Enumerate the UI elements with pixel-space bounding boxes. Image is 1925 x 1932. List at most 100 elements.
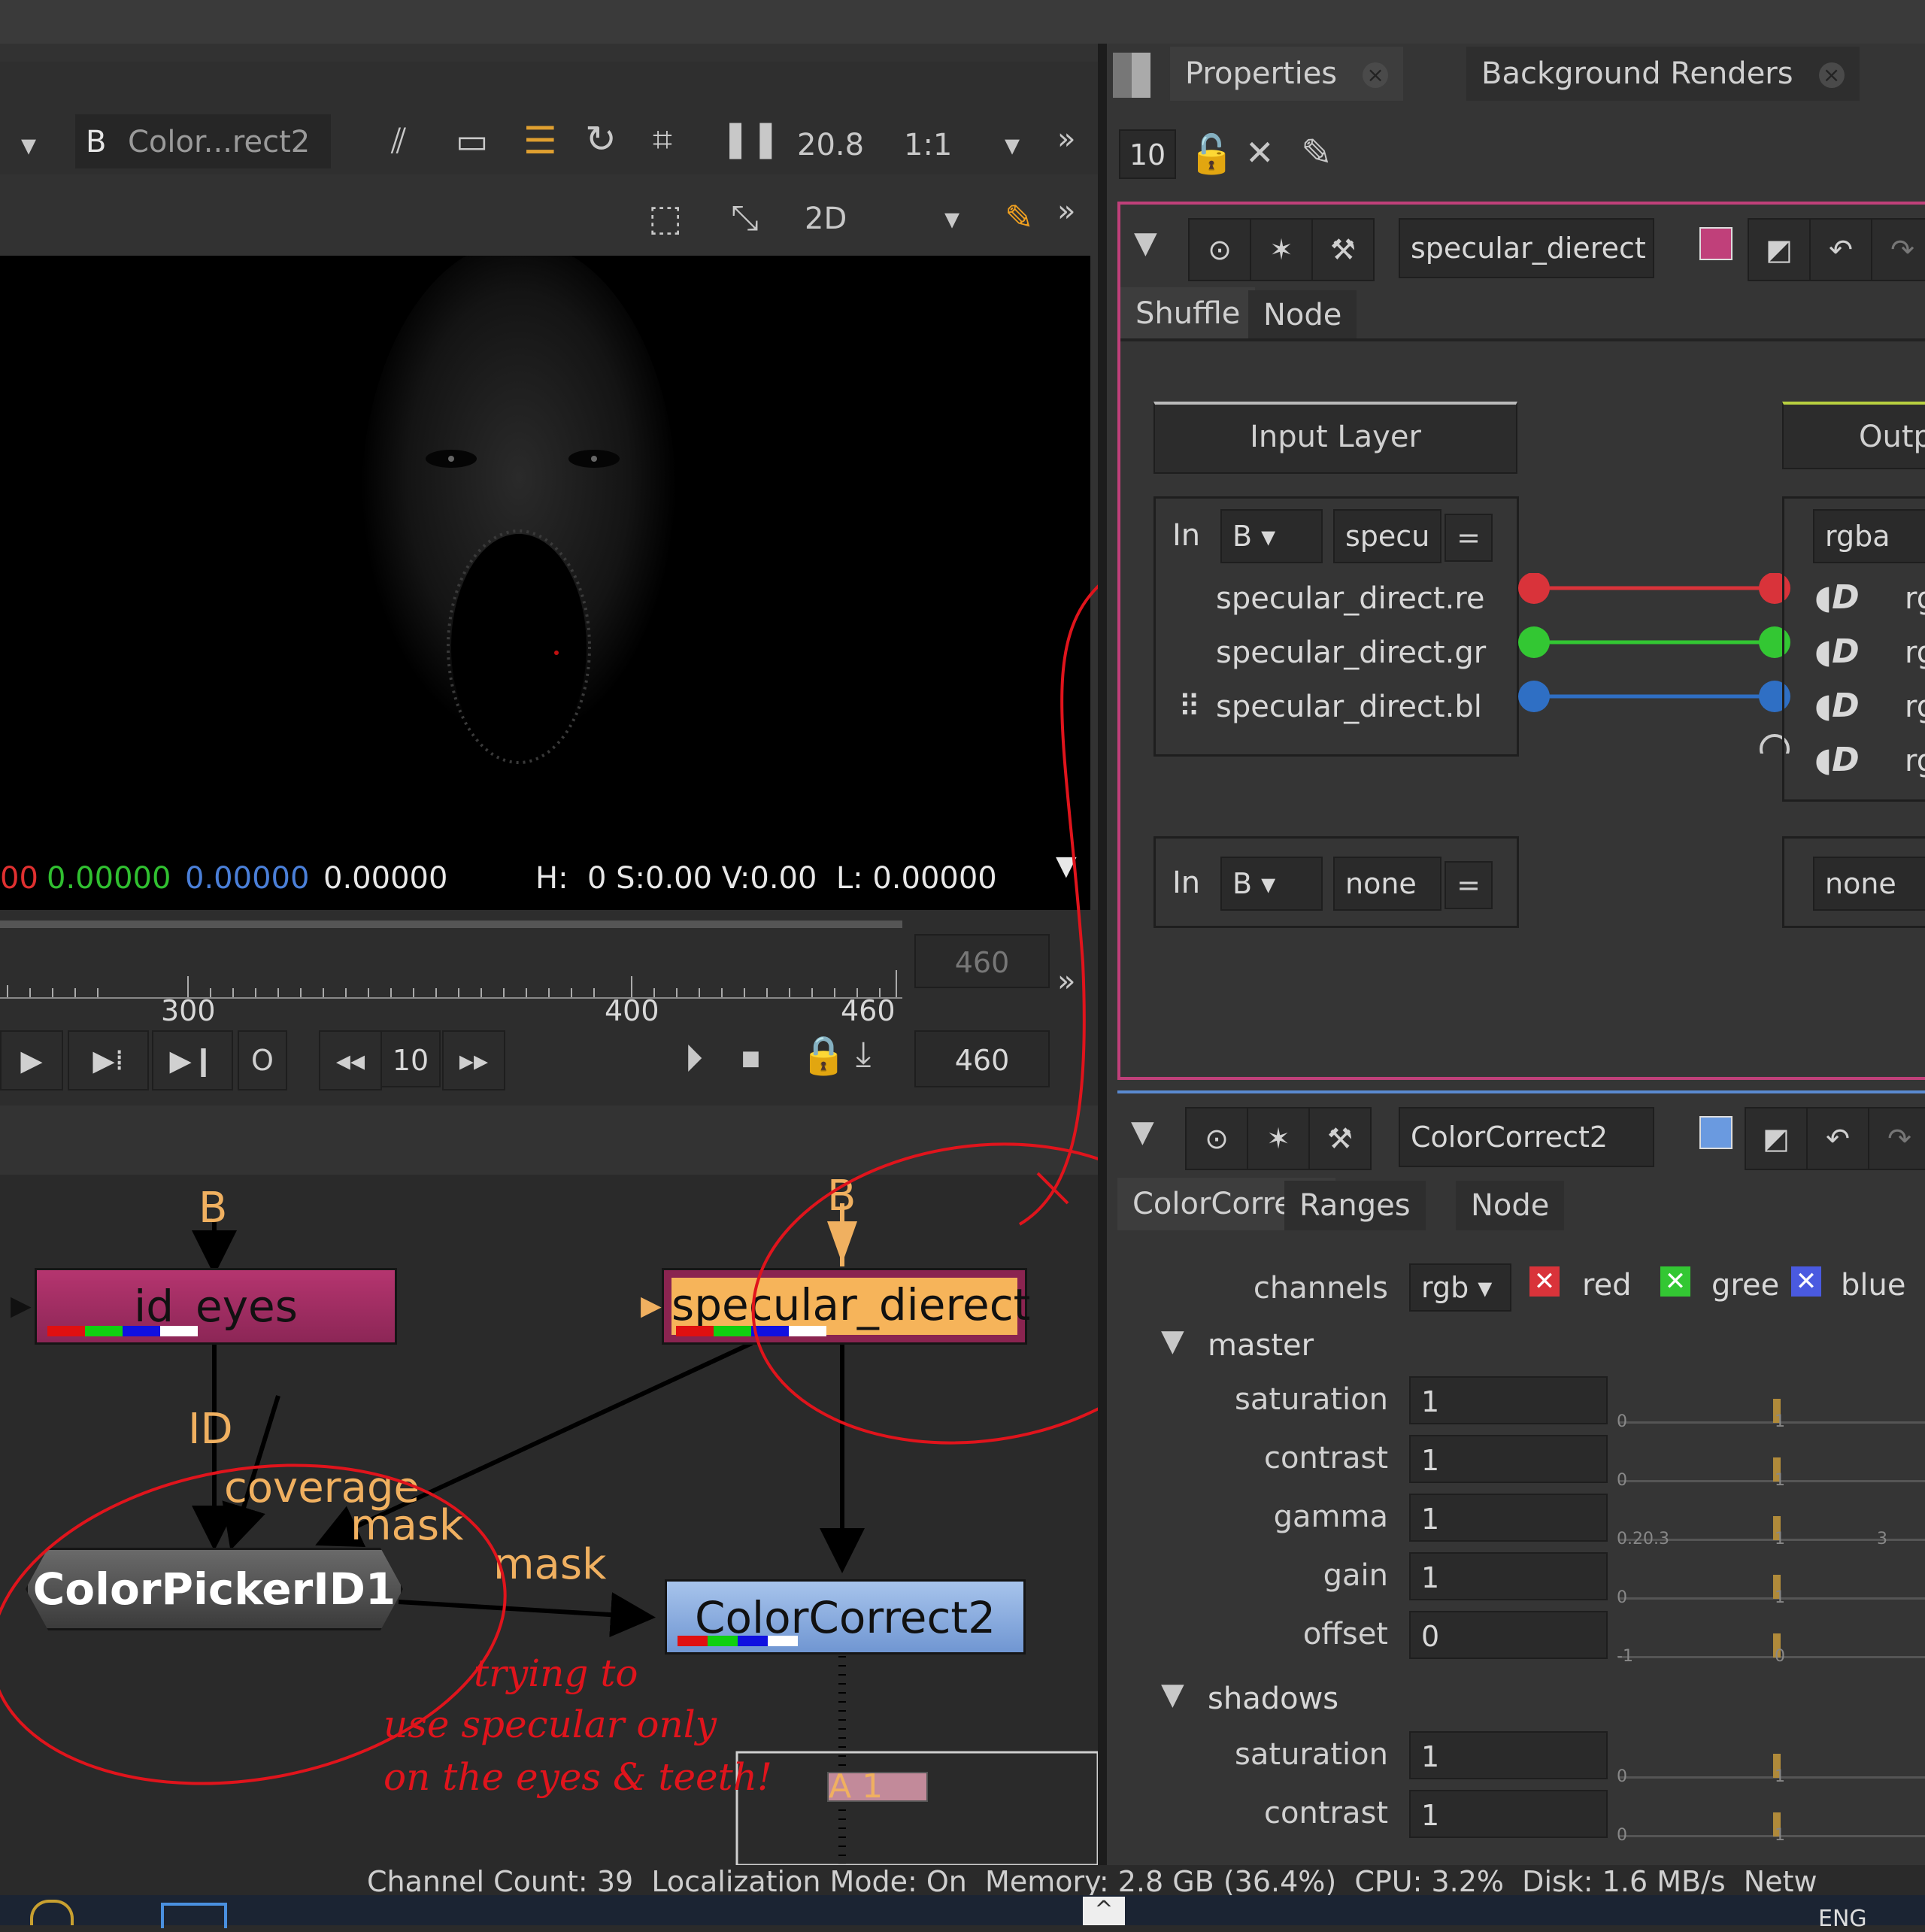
tab-ranges[interactable]: Ranges: [1284, 1181, 1426, 1230]
shadows-saturation-label: saturation: [1235, 1737, 1388, 1772]
node-color-swatch[interactable]: [1699, 1116, 1732, 1149]
in2-layer-select[interactable]: none: [1333, 857, 1441, 911]
expand-toolbar-icon[interactable]: »: [1057, 122, 1075, 156]
tray-up-icon[interactable]: ^: [1083, 1897, 1125, 1925]
master-contrast-input[interactable]: 1: [1409, 1435, 1608, 1483]
master-collapse-icon[interactable]: ▼: [1161, 1324, 1184, 1358]
master-gain-input[interactable]: 1: [1409, 1552, 1608, 1600]
collapse-arrow-icon[interactable]: ▼: [1131, 1115, 1154, 1149]
tile-color-button[interactable]: ◩: [1745, 1107, 1808, 1170]
shadows-contrast-input[interactable]: 1: [1409, 1790, 1608, 1838]
undo-button[interactable]: ↶: [1809, 218, 1872, 281]
zoom-value[interactable]: 20.8: [797, 128, 864, 162]
app-icon[interactable]: [30, 1900, 74, 1925]
undo-button[interactable]: ↶: [1806, 1107, 1869, 1170]
channel-row-green: specular_direct.gr: [1216, 635, 1487, 670]
overlay-icon[interactable]: ▭: [456, 120, 488, 161]
clear-panels-icon[interactable]: ✕: [1245, 132, 1275, 173]
channel-toggle-icon[interactable]: ◖D: [1814, 741, 1860, 779]
red-check-icon[interactable]: ✕: [1529, 1266, 1560, 1297]
drag-handle-icon[interactable]: ⠿: [1178, 690, 1200, 724]
node-info-button[interactable]: ⊙: [1188, 218, 1251, 281]
shuffle-node-name[interactable]: specular_dierect: [1399, 218, 1654, 278]
tab-node[interactable]: Node: [1248, 290, 1357, 340]
wipe-icon[interactable]: ⫽: [391, 120, 407, 162]
close-icon[interactable]: ×: [1818, 62, 1845, 88]
max-panels-field[interactable]: 10: [1119, 129, 1176, 179]
tile-color-button[interactable]: ◩: [1748, 218, 1811, 281]
master-offset-slider[interactable]: [1618, 1611, 1925, 1658]
in-b-select[interactable]: B ▾: [1220, 509, 1323, 563]
scale-label: 1: [1775, 1826, 1785, 1845]
ratio-dropdown-icon[interactable]: ▾: [1005, 128, 1020, 162]
roi-icon[interactable]: ⌗: [653, 119, 672, 161]
equals-button-2[interactable]: =: [1445, 861, 1493, 909]
channel-toggle-icon[interactable]: ◖D: [1814, 632, 1860, 671]
channels-select[interactable]: rgb ▾: [1409, 1263, 1511, 1312]
ch-blue-label: blue: [1841, 1268, 1906, 1303]
tab-shuffle[interactable]: Shuffle: [1120, 287, 1256, 340]
eyedropper-icon[interactable]: ✎: [1005, 197, 1034, 238]
master-saturation-input[interactable]: 1: [1409, 1376, 1608, 1424]
refresh-icon[interactable]: ↻: [585, 117, 617, 161]
tab-node[interactable]: Node: [1456, 1181, 1565, 1230]
settings-wrench-button[interactable]: ⚒: [1311, 218, 1375, 281]
close-icon[interactable]: ×: [1363, 62, 1389, 88]
green-check-icon[interactable]: ✕: [1660, 1266, 1690, 1297]
os-taskbar: ^ ENG: [0, 1895, 1925, 1932]
pencil-icon[interactable]: ✎: [1301, 131, 1332, 174]
view-mode-dropdown-icon[interactable]: ▾: [944, 202, 959, 236]
viewer-input-button[interactable]: ✶: [1247, 1107, 1310, 1170]
node-color-swatch[interactable]: [1699, 227, 1732, 260]
select-region-icon[interactable]: ⬚: [648, 197, 682, 239]
channel-row-blue: specular_direct.bl: [1216, 690, 1482, 724]
equals-button[interactable]: =: [1445, 514, 1493, 562]
shadows-collapse-icon[interactable]: ▼: [1161, 1677, 1184, 1712]
unlock-icon[interactable]: 🔓: [1188, 132, 1235, 177]
ratio-value[interactable]: 1:1: [904, 128, 952, 162]
out-ch-a: rg: [1905, 744, 1925, 778]
language-indicator[interactable]: ENG: [1818, 1906, 1867, 1932]
shadows-saturation-input[interactable]: 1: [1409, 1731, 1608, 1779]
expand-toolbar-icon-2[interactable]: »: [1057, 194, 1075, 229]
in-layer-select[interactable]: specu: [1333, 509, 1441, 563]
chevron-down-icon[interactable]: ▾: [21, 128, 36, 162]
redo-button[interactable]: ↷: [1871, 218, 1925, 281]
node-info-button[interactable]: ⊙: [1185, 1107, 1248, 1170]
redo-button[interactable]: ↷: [1868, 1107, 1925, 1170]
colorcorrect-node-name[interactable]: ColorCorrect2: [1399, 1107, 1654, 1167]
input-b-selector[interactable]: B Color...rect2: [75, 114, 331, 168]
channel-toggle-icon[interactable]: ◖D: [1814, 687, 1860, 725]
blue-check-icon[interactable]: ✕: [1791, 1266, 1821, 1297]
pane-menu-icon[interactable]: [1113, 53, 1150, 98]
master-offset-label: offset: [1302, 1617, 1388, 1651]
channel-toggle-icon[interactable]: ◖D: [1814, 578, 1860, 617]
in2-b-select[interactable]: B ▾: [1220, 857, 1323, 911]
window-icon[interactable]: [161, 1903, 227, 1928]
shadows-saturation-slider[interactable]: [1618, 1731, 1925, 1779]
lines-icon[interactable]: ☰: [523, 119, 557, 162]
viewer-input-button[interactable]: ✶: [1250, 218, 1313, 281]
tab-properties[interactable]: Properties ×: [1170, 47, 1404, 101]
out-layer-select[interactable]: rgba: [1813, 509, 1925, 563]
shuffle-panel: ▼ ⊙ ✶ ⚒ specular_dierect ◩ ↶ ↷ Shuffle N…: [1117, 202, 1925, 1080]
master-offset-input[interactable]: 0: [1409, 1611, 1608, 1659]
pause-icon[interactable]: ❚❚: [720, 117, 781, 159]
shadows-contrast-slider[interactable]: [1618, 1790, 1925, 1837]
scale-label: 0: [1617, 1826, 1627, 1845]
collapse-arrow-icon[interactable]: ▼: [1134, 226, 1157, 260]
pane-divider[interactable]: [1098, 44, 1107, 1865]
input-b-label: B: [86, 125, 107, 159]
out2-layer-select[interactable]: none: [1813, 857, 1925, 911]
master-gamma-input[interactable]: 1: [1409, 1494, 1608, 1542]
master-saturation-slider[interactable]: [1618, 1376, 1925, 1424]
tab-bg-renders-label: Background Renders: [1481, 56, 1793, 91]
view-mode-value[interactable]: 2D: [805, 202, 847, 236]
transform-icon[interactable]: ⤡: [731, 197, 759, 239]
input-group-1: In B ▾ specu = specular_direct.re specul…: [1153, 496, 1519, 757]
master-gain-slider[interactable]: [1618, 1552, 1925, 1600]
tab-background-renders[interactable]: Background Renders ×: [1466, 47, 1860, 101]
in-b-value: B: [1232, 520, 1253, 553]
settings-wrench-button[interactable]: ⚒: [1308, 1107, 1372, 1170]
master-contrast-slider[interactable]: [1618, 1435, 1925, 1482]
